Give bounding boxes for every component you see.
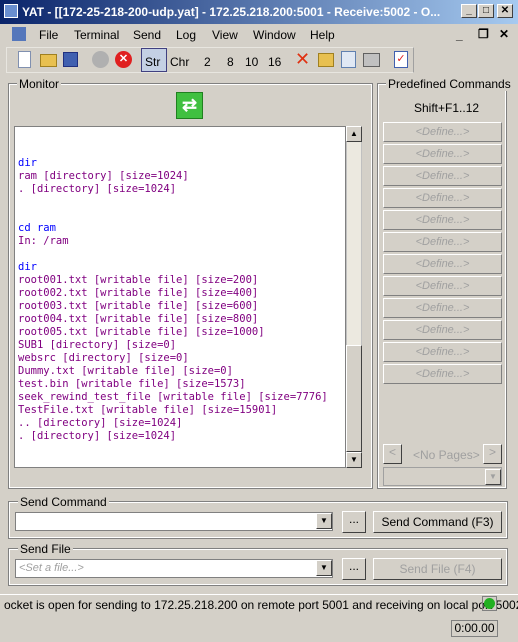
monitor-line <box>18 144 345 157</box>
send-command-more-button[interactable]: ... <box>342 511 366 533</box>
predefined-command-11[interactable]: <Define...> <box>383 342 502 362</box>
predefined-command-5[interactable]: <Define...> <box>383 210 502 230</box>
open-file-icon[interactable] <box>318 53 334 67</box>
monitor-line: root004.txt [writable file] [size=800] <box>18 313 259 325</box>
monitor-text[interactable]: dir ram [directory] [size=1024]. [directo… <box>14 126 346 468</box>
radix-8-button[interactable]: 8 <box>227 55 234 69</box>
maximize-button[interactable]: □ <box>478 4 494 18</box>
settings-icon[interactable]: ✓ <box>394 51 408 68</box>
monitor-line <box>18 209 345 222</box>
monitor-line: Dummy.txt [writable file] [size=0] <box>18 365 233 377</box>
minimize-button[interactable]: _ <box>461 4 477 18</box>
send-command-input[interactable] <box>15 512 333 531</box>
send-file-button[interactable]: Send File (F4) <box>373 558 502 580</box>
open-terminal-icon[interactable] <box>92 51 109 68</box>
monitor-line: . [directory] [size=1024] <box>18 183 177 195</box>
scroll-thumb[interactable] <box>346 345 362 452</box>
predefined-command-1[interactable]: <Define...> <box>383 122 502 142</box>
radix-10-button[interactable]: 10 <box>245 55 258 69</box>
mdi-close-icon[interactable]: ✕ <box>499 27 509 41</box>
menu-window[interactable]: Window <box>253 28 296 42</box>
close-button[interactable]: ✕ <box>497 4 513 18</box>
app-icon <box>4 4 18 18</box>
mdi-restore-icon[interactable]: ❐ <box>478 27 489 41</box>
predefined-command-6[interactable]: <Define...> <box>383 232 502 252</box>
monitor-line: ram [directory] [size=1024] <box>18 170 189 182</box>
chr-button[interactable]: Chr <box>170 55 189 69</box>
monitor-label: Monitor <box>17 77 62 91</box>
monitor-line: dir <box>18 157 37 169</box>
status-message: ocket is open for sending to 172.25.218.… <box>4 598 518 612</box>
open-folder-icon[interactable] <box>40 54 57 67</box>
predefined-command-2[interactable]: <Define...> <box>383 144 502 164</box>
pages-label: <No Pages> <box>413 448 480 462</box>
divider <box>0 594 518 595</box>
monitor-line: cd ram <box>18 222 56 234</box>
menu-help[interactable]: Help <box>310 28 335 42</box>
monitor-line: root002.txt [writable file] [size=400] <box>18 287 259 299</box>
monitor-line: test.bin [writable file] [size=1573] <box>18 378 246 390</box>
send-file-dropdown[interactable]: ▼ <box>316 560 332 576</box>
page-select-arrow[interactable]: ▼ <box>485 469 501 485</box>
clear-icon[interactable]: ✕ <box>295 49 310 70</box>
save-icon[interactable] <box>63 52 78 67</box>
send-command-button[interactable]: Send Command (F3) <box>373 511 502 533</box>
send-file-more-button[interactable]: ... <box>342 558 366 580</box>
menu-log[interactable]: Log <box>176 28 196 42</box>
prev-page-button[interactable]: < <box>383 444 402 464</box>
monitor-line <box>18 131 345 144</box>
str-button[interactable]: Str <box>145 55 160 69</box>
next-page-button[interactable]: > <box>483 444 502 464</box>
monitor-line: In: /ram <box>18 235 69 247</box>
led-icon <box>484 598 495 609</box>
radix-2-button[interactable]: 2 <box>204 55 211 69</box>
predefined-command-10[interactable]: <Define...> <box>383 320 502 340</box>
predefined-command-3[interactable]: <Define...> <box>383 166 502 186</box>
window-title: YAT - [[172-25-218-200-udp.yat] - 172.25… <box>22 5 441 19</box>
title-bar: YAT - [[172-25-218-200-udp.yat] - 172.25… <box>0 0 518 24</box>
radix-16-button[interactable]: 16 <box>268 55 281 69</box>
scroll-down-button[interactable]: ▼ <box>346 452 362 468</box>
predefined-command-7[interactable]: <Define...> <box>383 254 502 274</box>
menu-view[interactable]: View <box>212 28 238 42</box>
menu-terminal[interactable]: Terminal <box>74 28 119 42</box>
monitor-line: root003.txt [writable file] [size=600] <box>18 300 259 312</box>
scroll-up-button[interactable]: ▲ <box>346 126 362 142</box>
document-icon <box>12 27 26 41</box>
print-icon[interactable] <box>363 53 380 67</box>
monitor-line: .. [directory] [size=1024] <box>18 417 183 429</box>
monitor-line: dir <box>18 261 37 273</box>
monitor-line <box>18 196 345 209</box>
elapsed-time: 0:00.00 <box>451 620 498 637</box>
send-command-dropdown[interactable]: ▼ <box>316 513 332 529</box>
send-file-label: Send File <box>18 542 73 556</box>
monitor-line: SUB1 [directory] [size=0] <box>18 339 177 351</box>
predefined-shortcut: Shift+F1..12 <box>414 101 480 115</box>
monitor-line: root001.txt [writable file] [size=200] <box>18 274 259 286</box>
predefined-label: Predefined Commands <box>386 77 513 91</box>
swap-direction-icon[interactable]: ⇄ <box>176 92 203 119</box>
predefined-command-9[interactable]: <Define...> <box>383 298 502 318</box>
predefined-command-4[interactable]: <Define...> <box>383 188 502 208</box>
predefined-command-12[interactable]: <Define...> <box>383 364 502 384</box>
close-terminal-icon[interactable]: ✕ <box>115 51 132 68</box>
menu-send[interactable]: Send <box>133 28 161 42</box>
mdi-minimize-icon[interactable]: _ <box>456 28 463 42</box>
send-file-input[interactable]: <Set a file...> <box>15 559 333 578</box>
predefined-command-8[interactable]: <Define...> <box>383 276 502 296</box>
monitor-line: TestFile.txt [writable file] [size=15901… <box>18 404 278 416</box>
send-command-label: Send Command <box>18 495 109 509</box>
monitor-line: root005.txt [writable file] [size=1000] <box>18 326 265 338</box>
monitor-line: seek_rewind_test_file [writable file] [s… <box>18 391 328 403</box>
menu-file[interactable]: File <box>39 28 58 42</box>
monitor-line: websrc [directory] [size=0] <box>18 352 189 364</box>
monitor-line: . [directory] [size=1024] <box>18 430 177 442</box>
monitor-line <box>18 248 345 261</box>
new-file-icon[interactable] <box>18 51 31 68</box>
connection-led <box>482 596 497 611</box>
copy-icon[interactable] <box>341 51 356 68</box>
